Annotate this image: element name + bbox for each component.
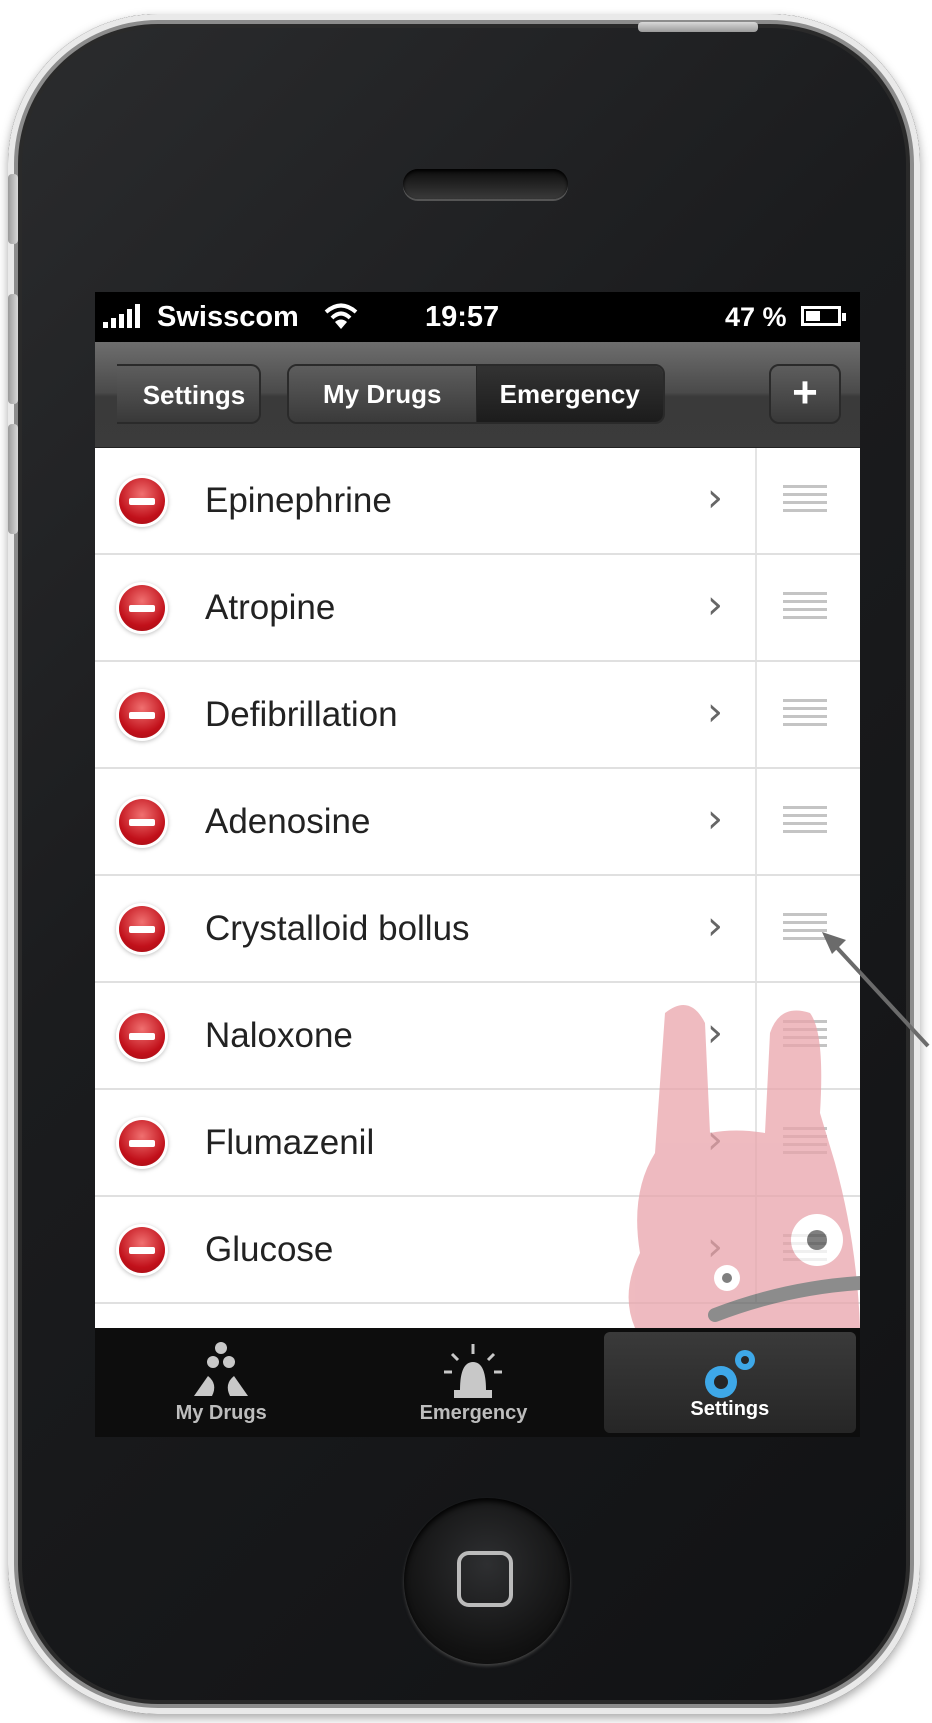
reorder-handle-icon[interactable] bbox=[783, 592, 827, 619]
navigation-bar: Settings My Drugs Emergency + bbox=[95, 342, 860, 448]
list-item-label: Flumazenil bbox=[205, 1123, 375, 1162]
delete-icon[interactable] bbox=[119, 1227, 165, 1273]
pills-icon bbox=[194, 1342, 249, 1396]
reorder-handle-icon[interactable] bbox=[783, 806, 827, 833]
power-button bbox=[638, 22, 758, 32]
list-item-label: Epinephrine bbox=[205, 481, 392, 520]
status-bar: Swisscom 19:57 47 % bbox=[95, 292, 860, 342]
volume-down-button bbox=[8, 424, 18, 534]
annotation-arrow bbox=[822, 932, 930, 1048]
list-item-label: Naloxone bbox=[205, 1016, 353, 1055]
divider bbox=[755, 769, 757, 874]
reorder-handle-icon[interactable] bbox=[783, 699, 827, 726]
add-button[interactable]: + bbox=[769, 364, 841, 424]
list-item-label: Crystalloid bollus bbox=[205, 909, 470, 948]
delete-icon[interactable] bbox=[119, 478, 165, 524]
chevron-right-icon: › bbox=[707, 796, 723, 842]
delete-icon[interactable] bbox=[119, 799, 165, 845]
divider bbox=[755, 555, 757, 660]
list-item[interactable]: Epinephrine › bbox=[95, 448, 860, 555]
list-item[interactable]: Naloxone › bbox=[95, 983, 860, 1090]
chevron-right-icon: › bbox=[707, 903, 723, 949]
home-square-icon bbox=[457, 1551, 513, 1607]
divider bbox=[755, 662, 757, 767]
battery-icon bbox=[801, 306, 846, 326]
tab-label: Settings bbox=[690, 1398, 770, 1420]
divider bbox=[755, 448, 757, 553]
list-item[interactable]: Glucose › bbox=[95, 1197, 860, 1304]
battery-percent: 47 % bbox=[725, 302, 787, 332]
tab-emergency[interactable]: Emergency bbox=[347, 1328, 599, 1437]
siren-icon bbox=[444, 1344, 503, 1398]
divider bbox=[755, 983, 757, 1088]
earpiece-speaker bbox=[403, 169, 568, 199]
tab-settings[interactable]: Settings bbox=[603, 1332, 856, 1433]
divider bbox=[755, 1090, 757, 1195]
chevron-right-icon: › bbox=[707, 1117, 723, 1163]
segmented-control: My Drugs Emergency bbox=[287, 364, 665, 424]
mute-switch bbox=[8, 174, 18, 244]
chevron-right-icon: › bbox=[707, 582, 723, 628]
delete-icon[interactable] bbox=[119, 585, 165, 631]
emergency-drug-list: Epinephrine › Atropine › Defibrillation … bbox=[95, 448, 860, 1328]
list-item-label: Atropine bbox=[205, 588, 336, 627]
delete-icon[interactable] bbox=[119, 692, 165, 738]
chevron-right-icon: › bbox=[707, 475, 723, 521]
reorder-handle-icon[interactable] bbox=[783, 1234, 827, 1261]
back-button-settings[interactable]: Settings bbox=[117, 364, 261, 424]
list-item-label: Adenosine bbox=[205, 802, 371, 841]
tab-label: Emergency bbox=[419, 1402, 528, 1424]
divider bbox=[755, 1197, 757, 1302]
reorder-handle-icon[interactable] bbox=[783, 485, 827, 512]
divider bbox=[755, 876, 757, 981]
list-item[interactable]: Flumazenil › bbox=[95, 1090, 860, 1197]
reorder-handle-icon[interactable] bbox=[783, 1127, 827, 1154]
tab-bar: My Drugs Emergency Settings bbox=[95, 1328, 860, 1437]
list-item-label: Glucose bbox=[205, 1230, 334, 1269]
segment-emergency[interactable]: Emergency bbox=[475, 366, 663, 422]
delete-icon[interactable] bbox=[119, 1013, 165, 1059]
back-button-label: Settings bbox=[142, 380, 246, 410]
wifi-icon bbox=[324, 303, 358, 329]
volume-up-button bbox=[8, 294, 18, 404]
list-item[interactable]: Crystalloid bollus › bbox=[95, 876, 860, 983]
delete-icon[interactable] bbox=[119, 1120, 165, 1166]
segment-my-drugs[interactable]: My Drugs bbox=[289, 366, 476, 422]
tab-label: My Drugs bbox=[175, 1402, 267, 1424]
list-item[interactable]: Defibrillation › bbox=[95, 662, 860, 769]
delete-icon[interactable] bbox=[119, 906, 165, 952]
gears-icon bbox=[704, 1350, 755, 1398]
battery-fill bbox=[806, 311, 820, 321]
list-item[interactable]: Atropine › bbox=[95, 555, 860, 662]
chevron-right-icon: › bbox=[707, 689, 723, 735]
signal-strength-icon bbox=[103, 304, 140, 328]
tab-my-drugs[interactable]: My Drugs bbox=[95, 1328, 347, 1437]
chevron-right-icon: › bbox=[707, 1224, 723, 1270]
chevron-right-icon: › bbox=[707, 1010, 723, 1056]
list-item-label: Defibrillation bbox=[205, 695, 398, 734]
home-button[interactable] bbox=[404, 1498, 570, 1664]
list-item[interactable]: Adenosine › bbox=[95, 769, 860, 876]
carrier-name: Swisscom bbox=[157, 301, 299, 333]
status-time: 19:57 bbox=[425, 301, 500, 333]
screen: Swisscom 19:57 47 % Settings My Drugs Em… bbox=[95, 292, 860, 1437]
